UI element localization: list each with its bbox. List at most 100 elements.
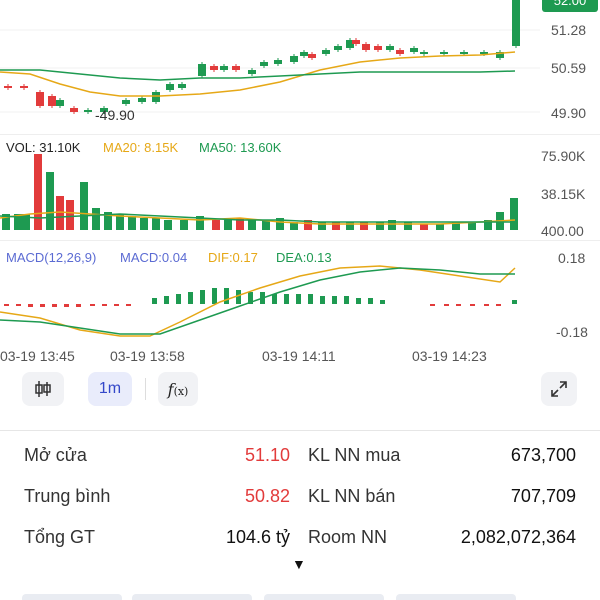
candlestick-body — [70, 108, 78, 112]
candlestick-body — [440, 52, 448, 54]
candlestick-body — [138, 98, 146, 102]
time-axis-tick: 03-19 14:23 — [412, 348, 487, 364]
macd-bar — [52, 304, 57, 307]
macd-bar — [320, 296, 325, 304]
foreign-buy-label: KL NN mua — [308, 445, 401, 465]
macd-bar — [224, 288, 229, 304]
volume-axis-tick: 75.90K — [541, 148, 586, 164]
volume-bar — [80, 182, 88, 230]
macd-histogram — [4, 288, 517, 307]
price-gridlines — [0, 29, 540, 113]
candlestick-body — [260, 62, 268, 66]
volume-bar — [22, 214, 30, 230]
macd-bar — [102, 304, 107, 306]
price-axis-tick: 50.59 — [551, 60, 587, 76]
candlestick-body — [4, 86, 12, 88]
candlestick-body — [300, 52, 308, 56]
volume-bar — [360, 222, 368, 230]
macd-bar — [114, 304, 119, 306]
macd-bar — [64, 304, 69, 307]
foreign-room-value: 2,082,072,364 — [460, 527, 576, 547]
candlestick-body — [352, 40, 360, 44]
macd-dea-line — [0, 267, 515, 335]
macd-bar — [332, 296, 337, 304]
candlestick-body — [334, 46, 342, 50]
price-axis-tick: 51.28 — [551, 22, 587, 38]
divider — [0, 134, 600, 135]
volume-bar — [180, 220, 188, 230]
macd-axis-tick: -0.18 — [556, 324, 588, 340]
time-axis-tick: 03-19 13:58 — [110, 348, 185, 364]
volume-ma50-line — [0, 213, 515, 223]
bottom-tab[interactable] — [264, 594, 384, 600]
open-label: Mở cửa — [24, 445, 87, 465]
candlestick-body — [220, 66, 228, 70]
volume-chart[interactable] — [0, 150, 540, 235]
candlestick-body — [122, 100, 130, 104]
macd-axis-tick: 0.18 — [558, 250, 586, 266]
macd-bar — [90, 304, 95, 306]
macd-bar — [236, 290, 241, 304]
price-chart[interactable] — [0, 0, 600, 135]
indicator-button[interactable]: f(x) — [158, 372, 198, 406]
candlestick-icon — [35, 381, 51, 397]
volume-bar — [404, 222, 412, 230]
macd-bar — [512, 300, 517, 304]
macd-bar — [272, 294, 277, 304]
bottom-tab-strip — [20, 594, 580, 600]
total-value-label: Tổng GT — [24, 527, 96, 547]
function-icon: f(x) — [167, 379, 189, 399]
macd-bar — [76, 304, 81, 307]
macd-bar — [284, 294, 289, 304]
expand-chart-button[interactable] — [541, 372, 577, 406]
candlestick-body — [152, 92, 160, 102]
volume-bar — [140, 218, 148, 230]
macd-bar — [4, 304, 9, 306]
open-value: 51.10 — [244, 445, 290, 465]
candlestick-body — [308, 54, 316, 58]
macd-bar — [456, 304, 461, 306]
volume-bar — [66, 200, 74, 230]
candlestick-body — [210, 66, 218, 70]
bottom-tab[interactable] — [22, 594, 122, 600]
candlestick-body — [274, 60, 282, 64]
volume-axis-tick: 400.00 — [541, 223, 584, 239]
foreign-sell-label: KL NN bán — [308, 486, 396, 506]
interval-button[interactable]: 1m — [88, 372, 132, 406]
average-label: Trung bình — [24, 486, 111, 506]
volume-bar — [92, 208, 100, 230]
price-top-badge: 52.00 — [542, 0, 598, 12]
volume-bar — [346, 222, 354, 230]
macd-bar — [356, 298, 361, 304]
volume-bar — [56, 196, 64, 230]
expand-icon — [551, 381, 567, 397]
candlestick-body — [386, 46, 394, 50]
volume-bar — [436, 224, 444, 230]
bottom-tab[interactable] — [396, 594, 516, 600]
volume-bar — [376, 222, 384, 230]
candlestick-body — [48, 96, 56, 106]
macd-bar — [380, 300, 385, 304]
volume-bar — [332, 222, 340, 230]
chart-type-button[interactable] — [22, 372, 64, 406]
volume-bars — [2, 154, 518, 230]
macd-bar — [212, 288, 217, 304]
foreign-sell-value: 707,709 — [510, 486, 576, 506]
macd-chart[interactable] — [0, 260, 540, 345]
volume-bar — [212, 220, 220, 230]
candlestick-body — [512, 0, 520, 46]
foreign-room-label: Room NN — [308, 527, 388, 547]
total-value: 104.6 tỷ — [225, 527, 290, 547]
macd-bar — [484, 304, 489, 306]
expand-stats-toggle[interactable]: ▼ — [292, 556, 306, 572]
macd-bar — [126, 304, 131, 306]
candlesticks — [4, 0, 520, 114]
bottom-tab[interactable] — [132, 594, 252, 600]
foreign-buy-value: 673,700 — [510, 445, 576, 465]
divider — [0, 240, 600, 241]
average-value: 50.82 — [244, 486, 290, 506]
volume-bar — [224, 220, 232, 230]
volume-bar — [128, 216, 136, 230]
macd-bar — [28, 304, 33, 307]
volume-axis-tick: 38.15K — [541, 186, 586, 202]
